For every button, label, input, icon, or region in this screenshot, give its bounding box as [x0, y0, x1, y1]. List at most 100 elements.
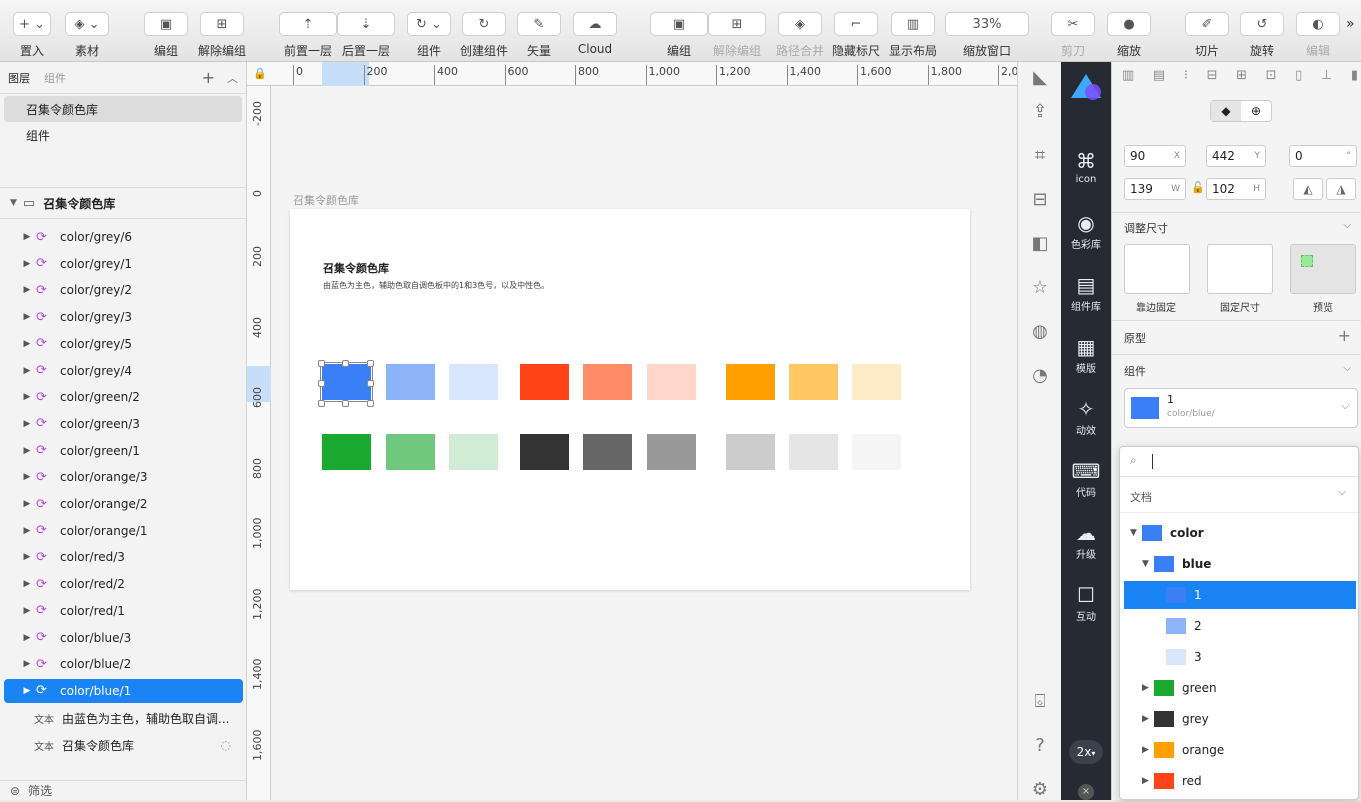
tree-item[interactable]: ▼ blue [1124, 550, 1356, 578]
layer-item[interactable]: ▶ ⟳ color/blue/3 [4, 626, 243, 650]
pie-chart-icon[interactable]: ◔ [1028, 364, 1052, 388]
color-swatch[interactable] [449, 364, 498, 400]
help-icon[interactable]: ? [1028, 734, 1052, 758]
layer-item[interactable]: ▶ ⟳ color/orange/1 [4, 519, 243, 543]
toolbar-button[interactable]: ⇡ [279, 12, 337, 36]
settings-icon[interactable]: ⚙ [1028, 778, 1052, 802]
disclosure-icon[interactable]: ▶ [18, 446, 36, 456]
symbol-selector[interactable]: 1 color/blue/ ⌵ [1124, 388, 1358, 428]
tree-item[interactable]: 2 [1124, 612, 1356, 640]
toolbar-button[interactable]: ⇣ [337, 12, 395, 36]
color-swatch[interactable] [726, 364, 775, 400]
toolbar-button[interactable]: ● [1107, 12, 1151, 36]
plugin-item[interactable]: ▦ 模版 [1061, 334, 1111, 375]
disclosure-icon[interactable]: ▶ [18, 526, 36, 536]
toolbar-button[interactable]: ◐ [1296, 12, 1340, 36]
color-swatch[interactable] [583, 434, 632, 470]
toolbar-button[interactable]: ▣ [144, 12, 188, 36]
page-item[interactable]: 召集令颜色库 [4, 96, 242, 122]
toolbar-button[interactable]: ⊞ [708, 12, 766, 36]
toolbar-button[interactable]: 33% [945, 12, 1029, 36]
hidden-icon[interactable]: ◌ [221, 738, 231, 752]
frame-icon[interactable]: ⌗ [1028, 144, 1052, 168]
plugin-logo[interactable] [1069, 72, 1103, 102]
disclosure-icon[interactable]: ▶ [18, 312, 36, 322]
y-field[interactable]: 442 Y [1206, 145, 1266, 167]
x-field[interactable]: 90 X [1124, 145, 1186, 167]
tree-item[interactable]: ▶ grey [1124, 705, 1356, 733]
tree-item[interactable]: ▶ red [1124, 767, 1356, 795]
filter-bar[interactable]: ⊜ 筛选 [0, 780, 246, 800]
sketch-icon[interactable]: ◆ [1211, 101, 1241, 121]
color-swatch[interactable] [583, 364, 632, 400]
color-swatch[interactable] [852, 364, 901, 400]
resize-pin-button[interactable] [1124, 244, 1190, 294]
toolbar-button[interactable]: ✂ [1051, 12, 1095, 36]
artboard[interactable]: 召集令颜色库 由蓝色为主色，辅助色取自调色板中的1和3色号，以及中性色。 [290, 209, 970, 590]
canvas[interactable]: 🔒 0 200 400 600 800 1,000 1,200 1,400 1,600 1,800… [247, 62, 1017, 800]
resize-preview[interactable] [1290, 244, 1356, 294]
tree-item[interactable]: 3 [1124, 643, 1356, 671]
disclosure-icon[interactable]: ▶ [18, 392, 36, 402]
disclosure-icon[interactable]: ▶ [18, 659, 36, 669]
disclosure-icon[interactable]: ▶ [18, 579, 36, 589]
disclosure-icon[interactable]: ▶ [1142, 745, 1154, 755]
toolbar-button[interactable]: ▥ [891, 12, 935, 36]
lock-icon[interactable]: 🔒 [253, 67, 267, 80]
disclosure-icon[interactable]: ▶ [18, 606, 36, 616]
color-swatch[interactable] [726, 434, 775, 470]
toolbar-button[interactable]: ↺ [1240, 12, 1284, 36]
toolbar-button[interactable]: ▣ [650, 12, 708, 36]
layer-item[interactable]: ▶ ⟳ color/blue/1 [4, 678, 243, 703]
layer-item[interactable]: ▶ ⟳ color/grey/2 [4, 278, 243, 302]
tree-item[interactable]: ▼ color [1124, 519, 1356, 547]
color-swatch[interactable] [789, 434, 838, 470]
tree-item[interactable]: ▶ green [1124, 674, 1356, 702]
layer-item[interactable]: 文本 召集令颜色库 ◌ [4, 733, 243, 757]
toolbar-button[interactable]: ✐ [1185, 12, 1229, 36]
selection-handle[interactable] [318, 360, 325, 367]
align-icon[interactable]: ▥ [1122, 68, 1134, 88]
layer-item[interactable]: ▶ ⟳ color/orange/2 [4, 492, 243, 516]
color-swatch[interactable] [520, 434, 569, 470]
align-icon[interactable]: ⊟ [1207, 68, 1218, 88]
selection-handle[interactable] [367, 360, 374, 367]
layer-item[interactable]: ▶ ⟳ color/orange/3 [4, 465, 243, 489]
chevron-down-icon[interactable]: ⌵ [1343, 363, 1351, 374]
selection-handle[interactable] [342, 360, 349, 367]
artboard-desc[interactable]: 由蓝色为主色，辅助色取自调色板中的1和3色号，以及中性色。 [323, 280, 549, 291]
layer-item[interactable]: ▶ ⟳ color/green/1 [4, 439, 243, 463]
toolbar-button[interactable]: ↻ [462, 12, 506, 36]
color-swatch[interactable] [789, 364, 838, 400]
export-icon[interactable]: ⇪ [1028, 100, 1052, 124]
disclosure-icon[interactable]: ▶ [18, 259, 36, 269]
disclosure-icon[interactable]: ▶ [1142, 683, 1154, 693]
doc-section[interactable]: 文档 ⌵ [1120, 477, 1358, 513]
disclosure-icon[interactable]: ▶ [18, 499, 36, 509]
plugin-item[interactable]: ▤ 组件库 [1061, 272, 1111, 313]
disclosure-icon[interactable]: ▶ [18, 472, 36, 482]
selection-handle[interactable] [367, 400, 374, 407]
disclosure-icon[interactable]: ▼ [1142, 559, 1154, 569]
toolbar-button[interactable]: ☁ [573, 12, 617, 36]
disclosure-icon[interactable]: ▶ [18, 232, 36, 242]
plugin-item[interactable]: ☐ 互动 [1061, 582, 1111, 623]
artboard-label[interactable]: 召集令颜色库 [293, 192, 359, 208]
sidebar-icon[interactable]: ◧ [1028, 232, 1052, 256]
plugin-item[interactable]: ✧ 动效 [1061, 396, 1111, 437]
layer-item[interactable]: ▶ ⟳ color/grey/1 [4, 252, 243, 276]
style-toggle[interactable]: ◆ ⊕ [1210, 100, 1272, 122]
collapse-panel-icon[interactable]: ◣ [1028, 66, 1052, 90]
layer-item[interactable]: ▶ ⟳ color/grey/6 [4, 225, 243, 249]
disclosure-icon[interactable]: ▶ [18, 339, 36, 349]
more-icon[interactable]: » [1346, 16, 1355, 32]
align-icon[interactable]: ▤ [1153, 68, 1165, 88]
toolbar-button[interactable]: ◈ ⌄ [65, 12, 109, 36]
toolbar-button[interactable]: ↻ ⌄ [407, 12, 451, 36]
plugin-item[interactable]: ☁ 升级 [1061, 520, 1111, 561]
toolbar-button[interactable]: ✎ [517, 12, 561, 36]
layer-item[interactable]: 文本 由蓝色为主色，辅助色取自调... [4, 706, 243, 730]
rotation-field[interactable]: 0 ° [1289, 145, 1357, 167]
toolbar-button[interactable]: ⊞ [200, 12, 244, 36]
layer-item[interactable]: ▶ ⟳ color/grey/3 [4, 305, 243, 329]
